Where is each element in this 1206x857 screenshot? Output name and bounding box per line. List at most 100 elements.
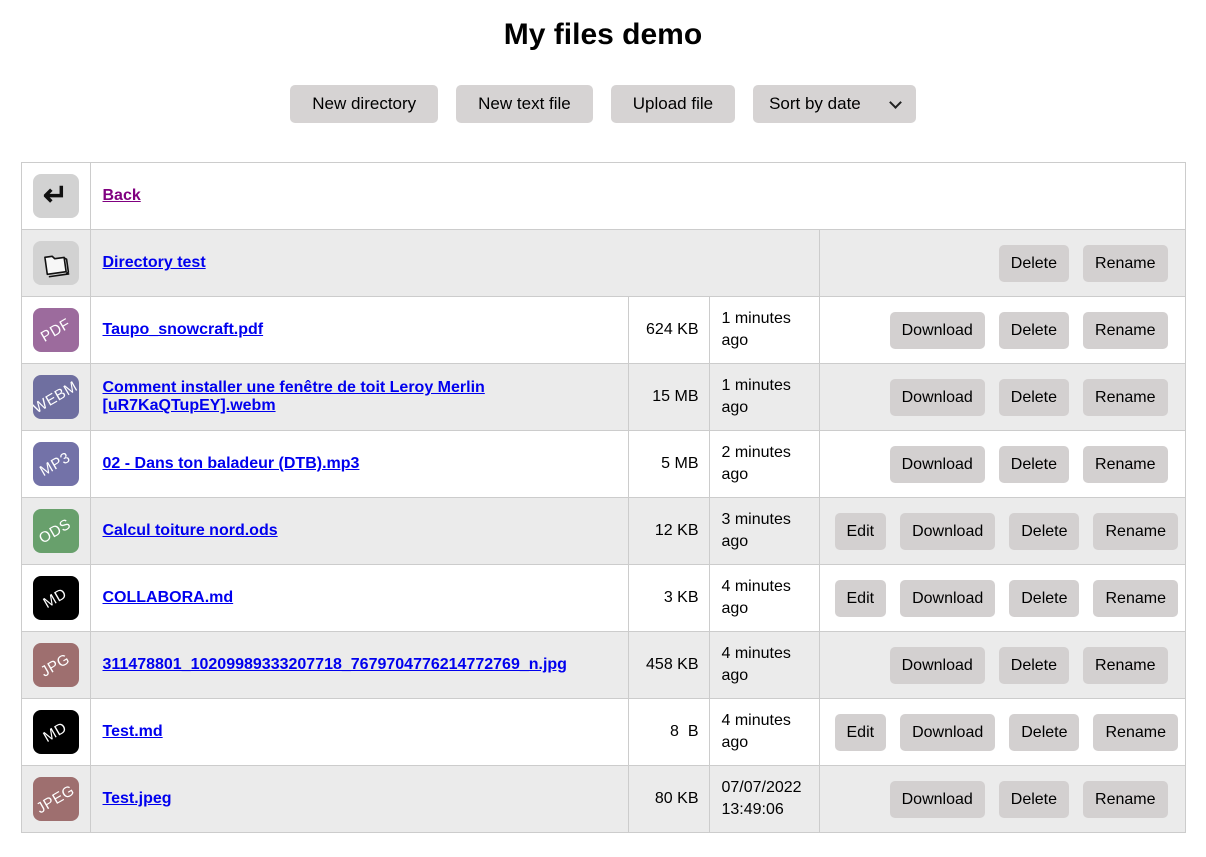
modified-date: 1 minutes ago	[709, 364, 819, 431]
file-type-label: JPG	[38, 650, 73, 680]
file-link[interactable]: 02 - Dans ton baladeur (DTB).mp3	[103, 455, 360, 472]
rename-button[interactable]: Rename	[1083, 446, 1167, 483]
file-link[interactable]: Taupo_snowcraft.pdf	[103, 321, 264, 338]
rename-button[interactable]: Rename	[1083, 245, 1167, 282]
download-button[interactable]: Download	[900, 580, 995, 617]
file-size: 15 MB	[628, 364, 709, 431]
delete-button[interactable]: Delete	[1009, 714, 1079, 751]
file-icon-cell	[21, 230, 90, 297]
download-button[interactable]: Download	[890, 781, 985, 818]
download-button[interactable]: Download	[890, 312, 985, 349]
file-type-label: JPEG	[33, 781, 77, 816]
delete-button[interactable]: Delete	[999, 446, 1069, 483]
row-actions-cell: Delete Rename	[819, 230, 1185, 297]
md-file-icon: MD	[33, 576, 79, 620]
file-name-cell: Comment installer une fenêtre de toit Le…	[90, 364, 628, 431]
return-arrow-icon: ↵	[43, 181, 68, 211]
edit-button[interactable]: Edit	[835, 714, 887, 751]
row-actions-cell: Edit Download Delete Rename	[819, 498, 1185, 565]
file-row: WEBM Comment installer une fenêtre de toi…	[21, 364, 1185, 431]
file-row: MP302 - Dans ton baladeur (DTB).mp35 MB2…	[21, 431, 1185, 498]
rename-button[interactable]: Rename	[1083, 312, 1167, 349]
file-link[interactable]: Calcul toiture nord.ods	[103, 522, 278, 539]
back-link-cell: Back	[90, 163, 1185, 230]
file-type-label: MD	[41, 719, 71, 746]
chevron-down-icon	[889, 96, 902, 109]
directory-link[interactable]: Directory test	[103, 254, 206, 271]
file-icon-cell: PDF	[21, 297, 90, 364]
webm-file-icon: WEBM	[33, 375, 79, 419]
modified-date: 4 minutes ago	[709, 565, 819, 632]
toolbar: New directory New text file Upload file …	[0, 85, 1206, 123]
file-row: ODS Calcul toiture nord.ods 12 KB3 minutes…	[21, 498, 1185, 565]
file-name-cell: Test.md	[90, 699, 628, 766]
modified-date: 4 minutes ago	[709, 632, 819, 699]
file-type-label: ODS	[37, 515, 75, 547]
rename-button[interactable]: Rename	[1093, 580, 1177, 617]
edit-button[interactable]: Edit	[835, 513, 887, 550]
file-name-cell: COLLABORA.md	[90, 565, 628, 632]
download-button[interactable]: Download	[890, 379, 985, 416]
download-button[interactable]: Download	[890, 446, 985, 483]
mp3-file-icon: MP3	[33, 442, 79, 486]
file-row: MDCOLLABORA.md3 KB4 minutes agoEditDownl…	[21, 565, 1185, 632]
file-name-cell: 311478801_10209989333207718_767970477621…	[90, 632, 628, 699]
file-table-body: ↵ Back Directory testDeleteRenamePDFTaup…	[21, 163, 1185, 833]
delete-button[interactable]: Delete	[1009, 513, 1079, 550]
file-icon-cell: JPG	[21, 632, 90, 699]
new-text-file-button[interactable]: New text file	[456, 85, 593, 123]
row-actions-cell: Download Delete Rename	[819, 431, 1185, 498]
file-size: 80 KB	[628, 766, 709, 833]
rename-button[interactable]: Rename	[1083, 379, 1167, 416]
back-link[interactable]: Back	[103, 187, 141, 204]
page-title: My files demo	[0, 18, 1206, 52]
delete-button[interactable]: Delete	[999, 379, 1069, 416]
file-type-label: PDF	[38, 315, 74, 345]
modified-date: 1 minutes ago	[709, 297, 819, 364]
delete-button[interactable]: Delete	[999, 312, 1069, 349]
download-button[interactable]: Download	[900, 714, 995, 751]
file-link[interactable]: 311478801_10209989333207718_767970477621…	[103, 656, 567, 673]
delete-button[interactable]: Delete	[999, 647, 1069, 684]
my-files-app: My files demo New directory New text fil…	[0, 18, 1206, 857]
upload-file-button[interactable]: Upload file	[611, 85, 735, 123]
file-name-cell: Calcul toiture nord.ods	[90, 498, 628, 565]
file-name-cell: Taupo_snowcraft.pdf	[90, 297, 628, 364]
row-actions-cell: Download Delete Rename	[819, 766, 1185, 833]
modified-date: 3 minutes ago	[709, 498, 819, 565]
file-link[interactable]: Comment installer une fenêtre de toit Le…	[103, 379, 485, 414]
row-actions-cell: Download Delete Rename	[819, 297, 1185, 364]
modified-date: 4 minutes ago	[709, 699, 819, 766]
download-button[interactable]: Download	[900, 513, 995, 550]
sort-select-value: Sort by date	[769, 94, 861, 114]
file-size: 12 KB	[628, 498, 709, 565]
edit-button[interactable]: Edit	[835, 580, 887, 617]
file-link[interactable]: Test.md	[103, 723, 163, 740]
delete-button[interactable]: Delete	[999, 245, 1069, 282]
download-button[interactable]: Download	[890, 647, 985, 684]
new-directory-button[interactable]: New directory	[290, 85, 438, 123]
file-row: PDFTaupo_snowcraft.pdf624 KB1 minutes ag…	[21, 297, 1185, 364]
file-link[interactable]: COLLABORA.md	[103, 589, 234, 606]
modified-date: 07/07/2022 13:49:06	[709, 766, 819, 833]
file-type-label: MP3	[37, 449, 74, 480]
modified-date: 2 minutes ago	[709, 431, 819, 498]
rename-button[interactable]: Rename	[1093, 714, 1177, 751]
rename-button[interactable]: Rename	[1093, 513, 1177, 550]
file-name-cell: Directory test	[90, 230, 819, 297]
delete-button[interactable]: Delete	[999, 781, 1069, 818]
row-actions-cell: Download Delete Rename	[819, 364, 1185, 431]
jpeg-file-icon: JPEG	[33, 777, 79, 821]
rename-button[interactable]: Rename	[1083, 647, 1167, 684]
file-icon-cell: MD	[21, 699, 90, 766]
rename-button[interactable]: Rename	[1083, 781, 1167, 818]
file-name-cell: Test.jpeg	[90, 766, 628, 833]
sort-select[interactable]: Sort by date	[753, 85, 916, 123]
file-link[interactable]: Test.jpeg	[103, 790, 172, 807]
file-icon-cell: ODS	[21, 498, 90, 565]
md-file-icon: MD	[33, 710, 79, 754]
folder-icon	[33, 241, 79, 285]
delete-button[interactable]: Delete	[1009, 580, 1079, 617]
file-icon-cell: JPEG	[21, 766, 90, 833]
directory-row: Directory test Delete Rename	[21, 230, 1185, 297]
